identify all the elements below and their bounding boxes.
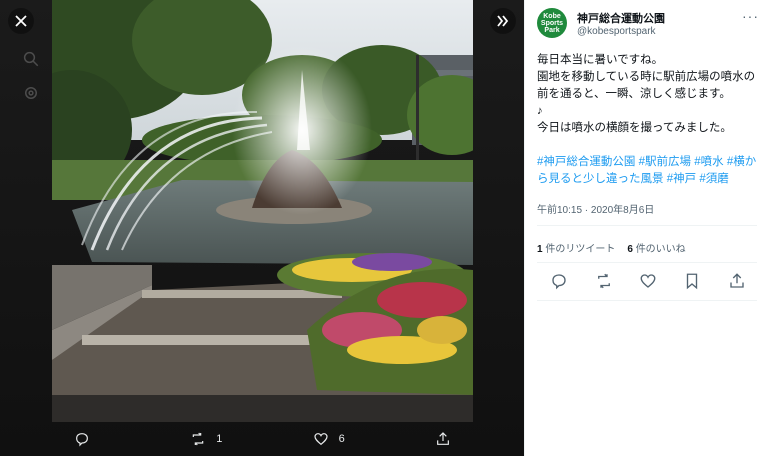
viewer-retweet-button[interactable]: 1: [190, 431, 222, 447]
tweet-author: Kobe Sports Park 神戸総合運動公園 @kobesportspar…: [537, 8, 761, 44]
close-button[interactable]: [8, 8, 34, 34]
settings-icon: [25, 87, 37, 99]
reply-icon[interactable]: [550, 272, 568, 290]
divider: [537, 262, 757, 263]
viewer-share-button[interactable]: [435, 431, 451, 447]
hashtag-link[interactable]: #駅前広場: [639, 156, 691, 168]
tweet-line: 毎日本当に暑いですね。: [537, 54, 664, 66]
retweets-count: 1: [537, 244, 543, 255]
viewer-action-bar: 1 6: [52, 422, 473, 456]
retweets-label: 件のリツイート: [545, 244, 616, 255]
tweet-line: ♪: [537, 105, 543, 117]
close-icon: [15, 15, 27, 27]
viewer-like-count: 6: [338, 433, 345, 445]
tweet-stats: 1 件のリツイート 6 件のいいね: [537, 240, 686, 255]
author-name[interactable]: 神戸総合運動公園: [577, 10, 665, 26]
expand-panel-button[interactable]: [490, 8, 516, 34]
tweet-action-bar: [537, 272, 759, 290]
avatar[interactable]: Kobe Sports Park: [537, 8, 567, 38]
fountain-photo[interactable]: [52, 0, 473, 422]
retweet-icon: [192, 432, 204, 446]
hashtag-list: #神戸総合運動公園 #駅前広場 #噴水 #横から見ると少し違った風景 #神戸 #…: [537, 154, 761, 188]
viewer-retweet-count: 1: [216, 433, 223, 445]
viewer-reply-button[interactable]: [74, 431, 100, 447]
media-viewer: 1 6: [0, 0, 524, 456]
hashtag-link[interactable]: #神戸総合運動公園: [537, 156, 635, 168]
tweet-line: 今日は噴水の横顔を撮ってみました。: [537, 122, 732, 134]
avatar-text-1: Kobe: [543, 12, 561, 20]
likes-label: 件のいいね: [635, 244, 686, 255]
search-icon: [23, 51, 39, 67]
heart-icon: [314, 433, 328, 446]
share-icon: [437, 432, 449, 445]
avatar-text-2: Sports: [540, 19, 564, 27]
chevron-double-right-icon: [497, 15, 509, 27]
divider: [537, 225, 757, 226]
likes-count: 6: [627, 244, 633, 255]
tweet-detail-panel: Kobe Sports Park 神戸総合運動公園 @kobesportspar…: [524, 0, 768, 456]
hashtag-link[interactable]: #噴水: [694, 156, 723, 168]
divider: [537, 300, 757, 301]
heart-icon[interactable]: [639, 272, 657, 290]
retweets-stat[interactable]: 1 件のリツイート: [537, 240, 615, 255]
reply-icon: [76, 433, 88, 447]
tweet-timestamp[interactable]: 午前10:15 · 2020年8月6日: [537, 201, 654, 216]
author-handle[interactable]: @kobesportspark: [577, 26, 656, 37]
likes-stat[interactable]: 6 件のいいね: [627, 240, 685, 255]
share-icon[interactable]: [728, 272, 746, 290]
viewer-like-button[interactable]: 6: [313, 431, 345, 447]
tweet-body: 毎日本当に暑いですね。 園地を移動している時に駅前広場の噴水の前を通ると、一瞬、…: [537, 52, 761, 137]
bookmark-icon[interactable]: [683, 272, 701, 290]
avatar-text-3: Park: [544, 26, 560, 34]
hashtag-link[interactable]: #神戸: [667, 173, 696, 185]
retweet-icon[interactable]: [595, 272, 613, 290]
tweet-line: 園地を移動している時に駅前広場の噴水の前を通ると、一瞬、涼しく感じます。: [537, 71, 756, 100]
more-options-button[interactable]: ···: [742, 8, 759, 24]
hashtag-link[interactable]: #須磨: [699, 173, 728, 185]
